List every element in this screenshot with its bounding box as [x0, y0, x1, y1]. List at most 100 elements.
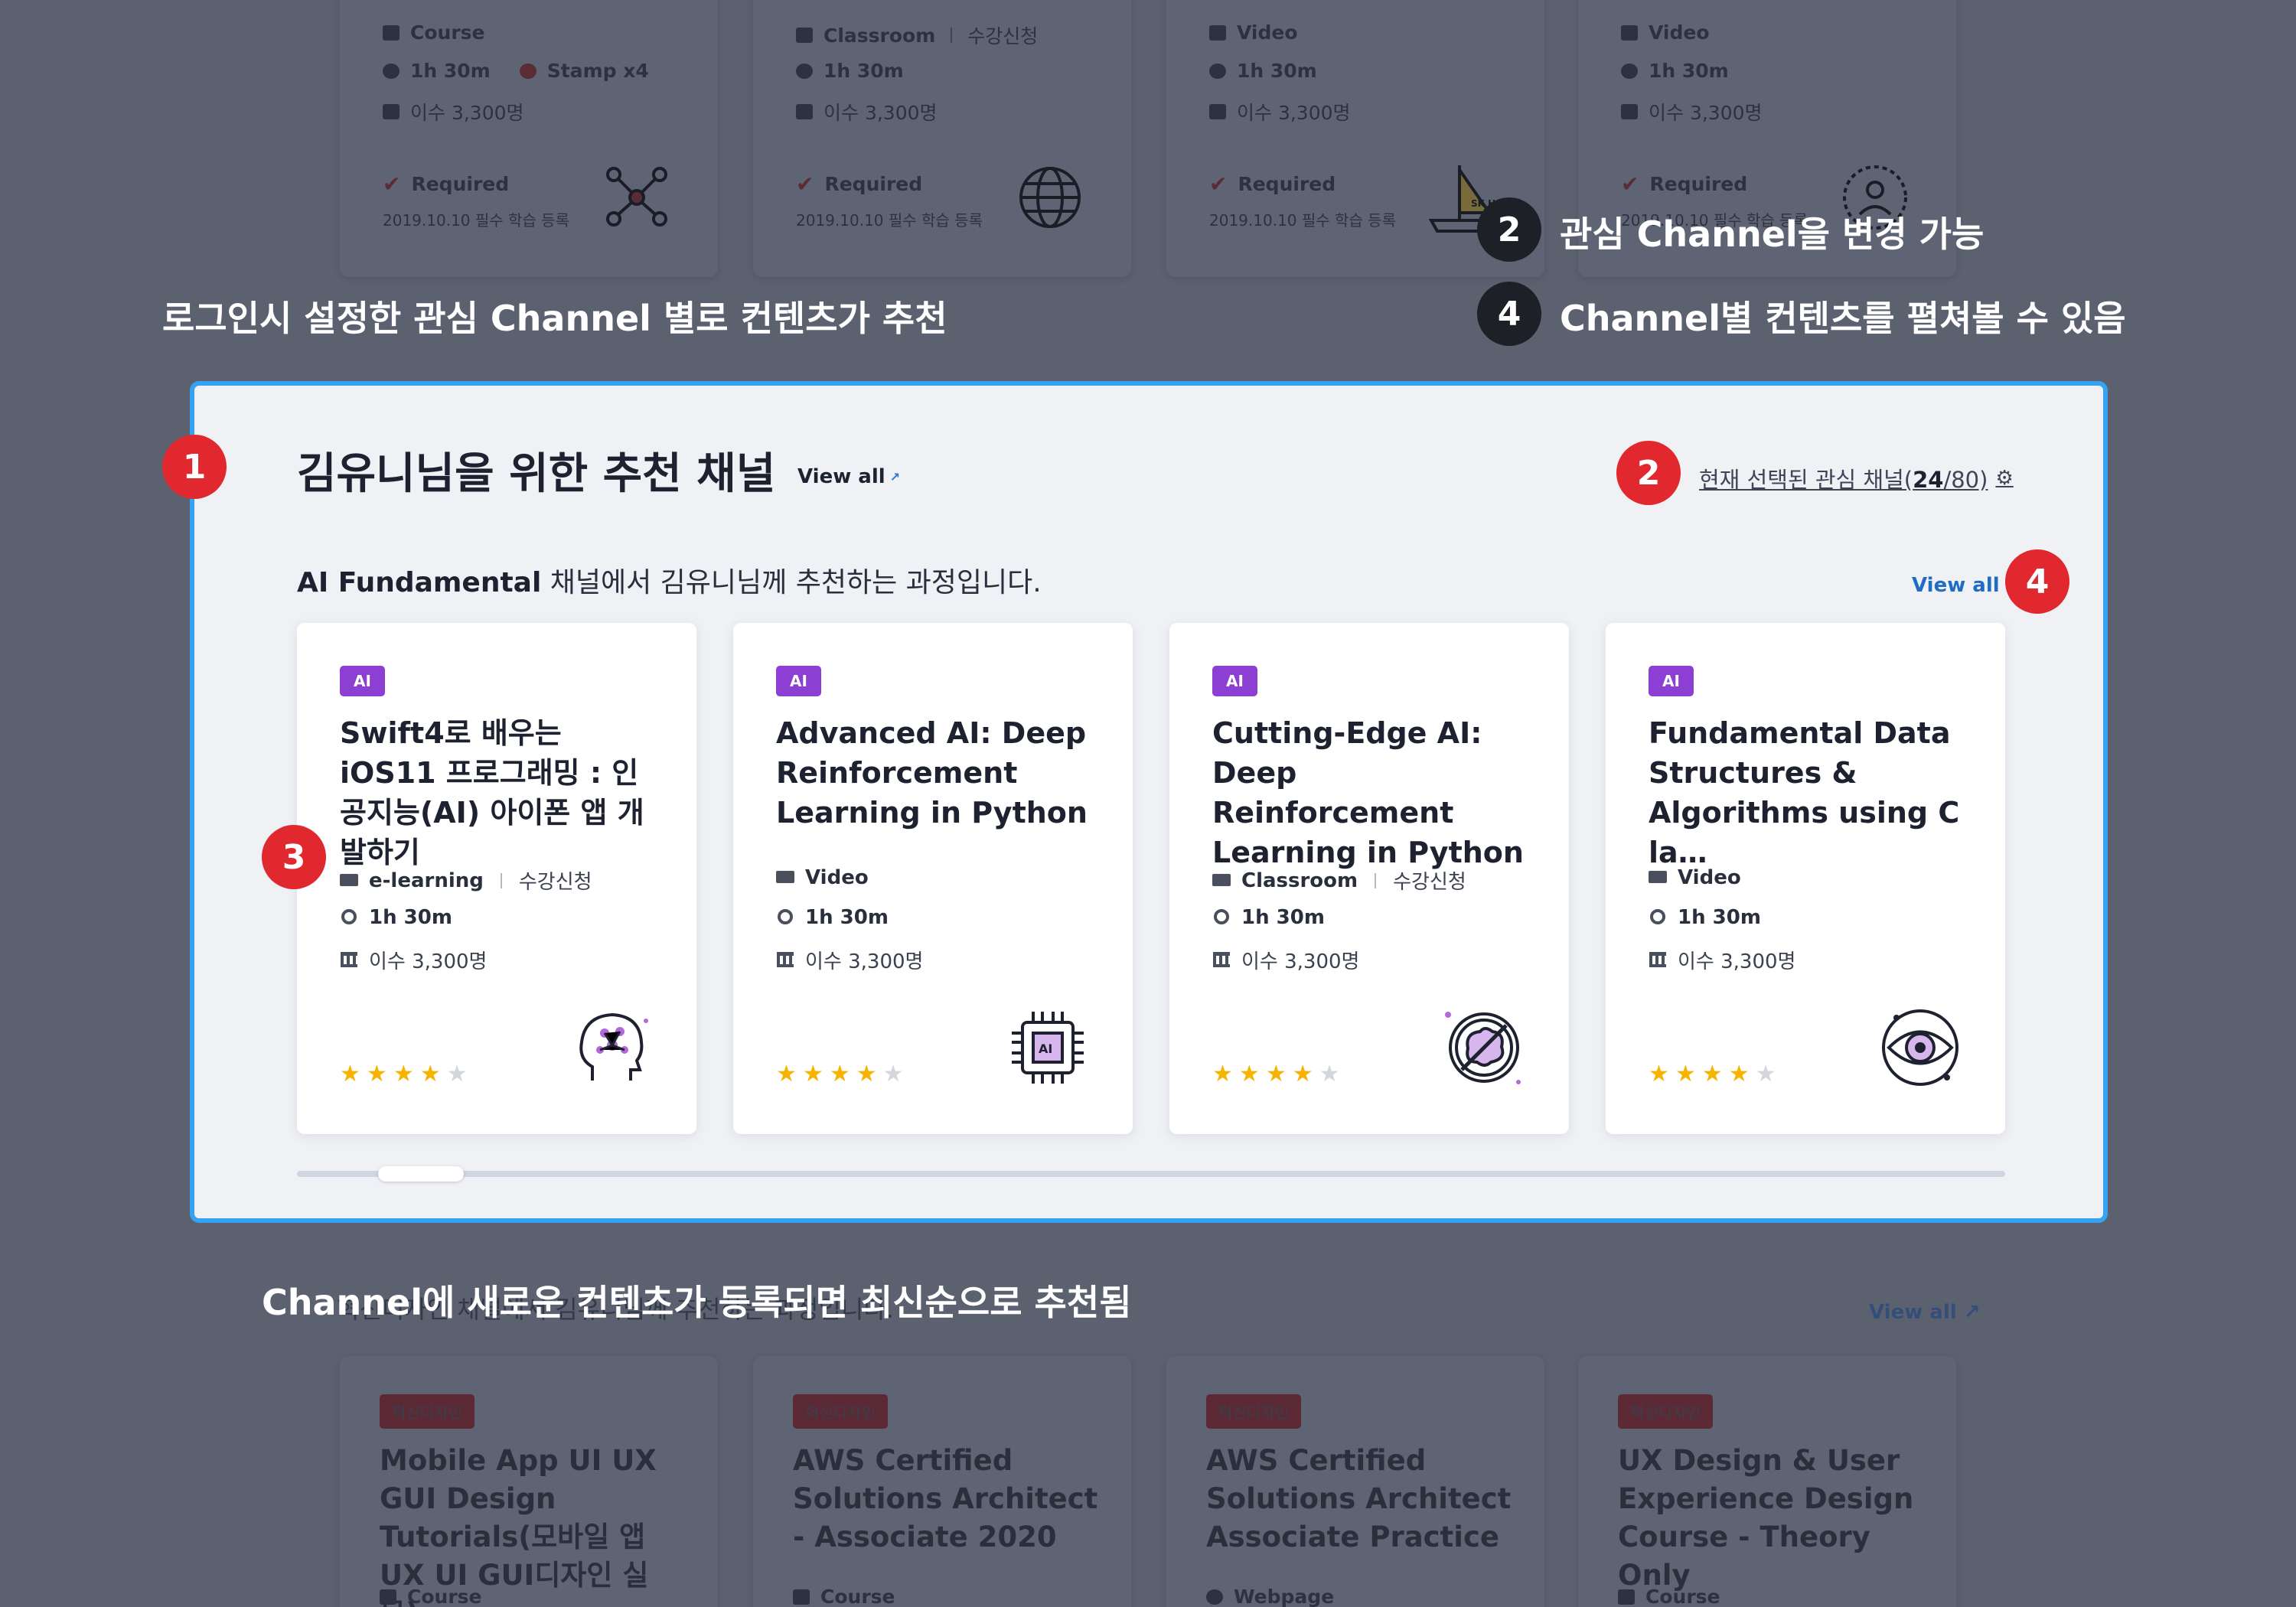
bottom-card-2[interactable]: 혁신디자인 AWS Certified Solutions Architect … [753, 1356, 1131, 1607]
card-type: Course [410, 21, 485, 44]
annotation-step-4: Channel별 컨텐츠를 펼쳐볼 수 있음 [1560, 298, 2126, 339]
step-badge-red-3: 3 [262, 825, 326, 889]
course-title[interactable]: Swift4로 배우는 iOS11 프로그래밍 : 인공지능(AI) 아이폰 앱… [340, 713, 661, 872]
subtitle-text: 채널에서 김유니님께 추천하는 과정입니다. [541, 567, 1042, 598]
course-type-row: Classroom 수강신청 [1212, 866, 1466, 895]
scroll-thumb[interactable] [378, 1166, 464, 1182]
clock-icon [383, 63, 400, 79]
course-card[interactable]: AI Advanced AI: Deep Reinforcement Learn… [733, 623, 1133, 1134]
channel-view-all-link[interactable]: View all↗ [1912, 574, 2014, 597]
bottom-card-1[interactable]: 혁신디자인 Mobile App UI UX GUI Design Tutori… [340, 1356, 718, 1607]
star-rating: ★ ★ ★ ★ ★ [340, 1061, 468, 1087]
card-duration: 1h 30m [1649, 60, 1729, 82]
course-icon [380, 1589, 396, 1605]
view-all-label: View all [797, 465, 885, 488]
course-type: Course [407, 1586, 482, 1607]
card-type: Classroom [823, 24, 936, 47]
institution-icon [1209, 104, 1226, 119]
star-filled-icon: ★ [1212, 1061, 1233, 1087]
bottom-view-all-link[interactable]: View all ↗ [1869, 1301, 1981, 1324]
required-text: Required [1238, 173, 1336, 195]
step-badge-red-4: 4 [2005, 549, 2069, 614]
course-type-row: Webpage [1206, 1586, 1334, 1607]
card-type-row: Video [1209, 21, 1298, 44]
course-duration-row: 1h 30m [340, 906, 452, 929]
gear-icon[interactable]: ⚙ [1995, 467, 2013, 490]
card-enrolled-row: 이수 3,300명 [796, 98, 938, 125]
alarm-clock-icon [340, 909, 360, 926]
bottom-card-3[interactable]: 혁신디자인 AWS Certified Solutions Architect … [1166, 1356, 1544, 1607]
course-duration: 1h 30m [1241, 906, 1325, 929]
video-icon [776, 869, 796, 886]
external-arrow-icon: ↗ [889, 469, 901, 484]
alarm-clock-icon [776, 909, 796, 926]
classroom-icon [796, 28, 813, 43]
course-card[interactable]: AI Fundamental Data Structures & Algorit… [1606, 623, 2005, 1134]
course-title: AWS Certified Solutions Architect Associ… [1206, 1444, 1512, 1553]
required-label: ✔ Required [1209, 171, 1336, 197]
star-empty-icon: ★ [882, 1061, 904, 1087]
bottom-card-4[interactable]: 혁신디자인 UX Design & User Experience Design… [1578, 1356, 1956, 1607]
view-all-label: View all [1912, 574, 2000, 597]
course-type: Classroom [1241, 869, 1358, 892]
category-tag: 혁신디자인 [380, 1394, 475, 1429]
horizontal-scrollbar[interactable] [297, 1166, 2005, 1182]
star-filled-icon: ★ [419, 1061, 441, 1087]
view-all-link[interactable]: View all ↗ [797, 465, 900, 488]
star-filled-icon: ★ [1701, 1061, 1723, 1087]
card-type-row: Classroom 수강신청 [796, 21, 1038, 49]
card-duration: 1h 30m [410, 60, 491, 82]
star-filled-icon: ★ [856, 1061, 877, 1087]
card-type: Video [1649, 21, 1710, 44]
annotation-left-caption: 로그인시 설정한 관심 Channel 별로 컨텐츠가 추천 [162, 298, 947, 339]
course-enrolled-row: 이수 3,300명 [776, 946, 923, 974]
clock-icon [1621, 63, 1638, 79]
course-card[interactable]: AI Swift4로 배우는 iOS11 프로그래밍 : 인공지능(AI) 아이… [297, 623, 696, 1134]
alarm-clock-icon [1649, 909, 1668, 926]
selected-channel-prefix: 현재 선택된 관심 채널( [1699, 467, 1913, 493]
top-card-1[interactable]: Course 1h 30m Stamp x4 이수 3,300명 ✔ Require… [340, 0, 718, 277]
course-title[interactable]: Advanced AI: Deep Reinforcement Learning… [776, 713, 1097, 833]
star-rating: ★ ★ ★ ★ ★ [1649, 1061, 1776, 1087]
view-all-label: View all [1869, 1301, 1957, 1324]
card-stamp: Stamp x4 [546, 60, 649, 82]
card-type-extra: 수강신청 [967, 25, 1039, 47]
required-label: ✔ Required [1621, 171, 1747, 197]
video-icon [1209, 24, 1226, 41]
card-type: Video [1237, 21, 1298, 44]
institution-icon [776, 951, 796, 969]
svg-text:AI: AI [1039, 1041, 1052, 1056]
course-type: Course [1645, 1586, 1720, 1607]
card-duration-row: 1h 30m [1209, 60, 1317, 82]
star-filled-icon: ★ [1649, 1061, 1669, 1087]
star-empty-icon: ★ [1755, 1061, 1776, 1087]
star-rating: ★ ★ ★ ★ ★ [776, 1061, 904, 1087]
step-badge-4: 4 [1477, 282, 1541, 346]
star-filled-icon: ★ [776, 1061, 797, 1087]
course-title: Mobile App UI UX GUI Design Tutorials(모바… [380, 1444, 657, 1607]
course-title[interactable]: Fundamental Data Structures & Algorithms… [1649, 713, 1970, 872]
category-tag: AI [1649, 666, 1694, 696]
course-duration: 1h 30m [805, 906, 889, 929]
institution-icon [1212, 951, 1232, 969]
course-type-row: e-learning 수강신청 [340, 866, 592, 895]
top-card-2[interactable]: Classroom 수강신청 1h 30m 이수 3,300명 ✔ Required… [753, 0, 1131, 277]
star-filled-icon: ★ [1265, 1061, 1287, 1087]
category-tag: AI [1212, 666, 1257, 696]
course-duration: 1h 30m [369, 906, 452, 929]
course-icon [793, 1589, 810, 1605]
card-enrolled: 이수 3,300명 [1649, 102, 1763, 124]
course-enrolled: 이수 3,300명 [369, 950, 488, 973]
selected-channel-link[interactable]: 현재 선택된 관심 채널(24/80) ⚙ [1699, 462, 2014, 494]
elearning-icon [340, 872, 360, 889]
category-tag: 혁신디자인 [1618, 1394, 1713, 1429]
star-filled-icon: ★ [1675, 1061, 1696, 1087]
course-card[interactable]: AI Cutting-Edge AI: Deep Reinforcement L… [1169, 623, 1569, 1134]
required-label: ✔ Required [383, 171, 509, 197]
globe-icon [1019, 167, 1081, 228]
clock-icon [796, 63, 813, 79]
course-title[interactable]: Cutting-Edge AI: Deep Reinforcement Lear… [1212, 713, 1534, 872]
ai-chip-icon: AI [1012, 1012, 1084, 1084]
panel-title: 김유니님을 위한 추천 채널 [297, 449, 776, 499]
star-empty-icon: ★ [446, 1061, 468, 1087]
